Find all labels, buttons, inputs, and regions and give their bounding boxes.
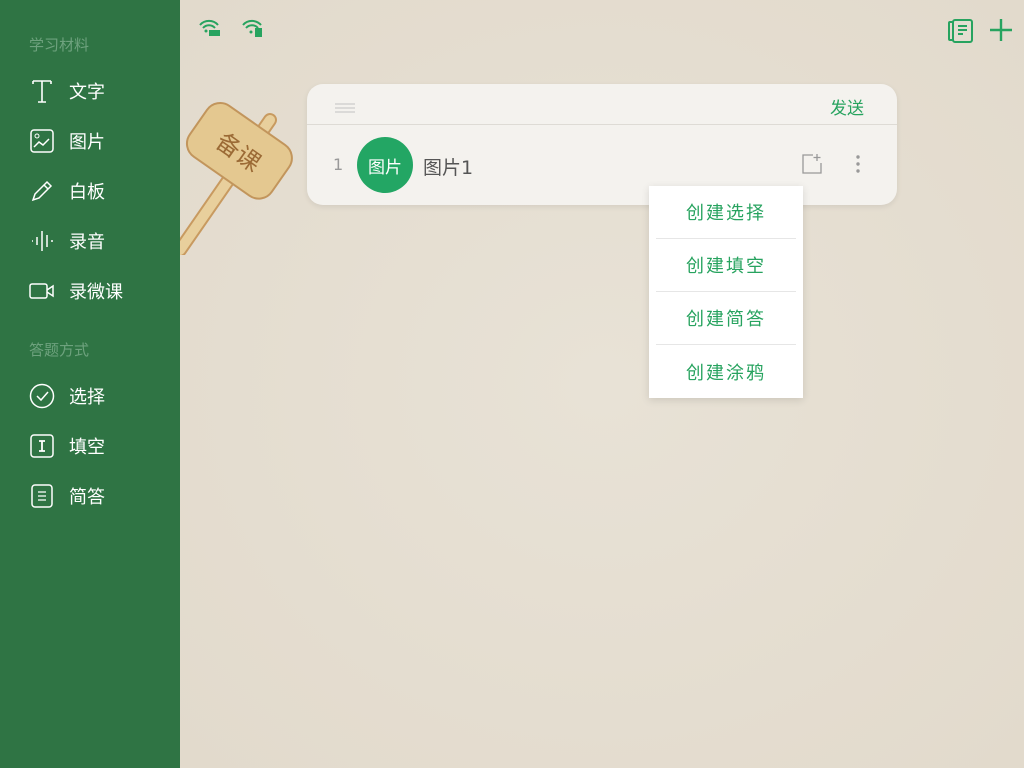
fill-blank-icon <box>29 433 55 459</box>
audio-wave-icon <box>29 228 55 254</box>
add-note-icon[interactable] <box>801 153 823 179</box>
label: 填空 <box>69 437 105 458</box>
label: 录音 <box>69 232 105 253</box>
add-icon[interactable] <box>989 18 1013 46</box>
sidebar-item-whiteboard[interactable]: 白板 <box>29 176 105 206</box>
label: 文字 <box>69 82 105 103</box>
image-icon <box>29 128 55 154</box>
label: 图片 <box>69 132 105 153</box>
label: 简答 <box>69 487 105 508</box>
material-row[interactable]: 1 图片 图片1 <box>307 137 897 193</box>
drag-handle-icon[interactable] <box>335 98 357 117</box>
wifi-computer-icon[interactable] <box>198 18 222 42</box>
row-index: 1 <box>333 155 344 174</box>
sidebar: 学习材料 文字 图片 白板 录音 录微课 答题方式 选择 填空 简答 <box>0 0 180 768</box>
sidebar-item-microlesson[interactable]: 录微课 <box>29 276 123 306</box>
sidebar-item-choice[interactable]: 选择 <box>29 381 105 411</box>
sidebar-item-short-answer[interactable]: 简答 <box>29 481 105 511</box>
pencil-icon <box>29 178 55 204</box>
create-menu: 创建选择 创建填空 创建简答 创建涂鸦 <box>649 186 803 398</box>
check-circle-icon <box>29 383 55 409</box>
label: 录微课 <box>69 282 123 303</box>
video-camera-icon <box>29 278 55 304</box>
wifi-device-icon[interactable] <box>241 18 265 42</box>
sidebar-item-image[interactable]: 图片 <box>29 126 105 156</box>
menu-create-fill[interactable]: 创建填空 <box>656 239 796 292</box>
sidebar-item-audio[interactable]: 录音 <box>29 226 105 256</box>
menu-create-doodle[interactable]: 创建涂鸦 <box>656 345 796 398</box>
material-title: 图片1 <box>423 157 474 179</box>
material-card: 发送 1 图片 图片1 <box>307 84 897 205</box>
sidebar-item-fill[interactable]: 填空 <box>29 431 105 461</box>
prepare-lesson-sign: 备课 <box>173 95 310 259</box>
type-badge: 图片 <box>357 137 413 193</box>
more-options-icon[interactable] <box>855 153 861 179</box>
section-answers: 答题方式 <box>29 341 90 359</box>
text-icon <box>29 78 55 104</box>
label: 选择 <box>69 387 105 408</box>
document-list-icon[interactable] <box>948 18 974 48</box>
main-area: 备课 发送 1 图片 图片1 创建选择 创建填空 创建简答 创建涂鸦 <box>173 0 1024 768</box>
menu-create-choice[interactable]: 创建选择 <box>656 186 796 239</box>
label: 白板 <box>69 182 105 203</box>
send-button[interactable]: 发送 <box>830 94 864 119</box>
sidebar-item-text[interactable]: 文字 <box>29 76 105 106</box>
section-materials: 学习材料 <box>29 36 90 54</box>
menu-create-short-answer[interactable]: 创建简答 <box>656 292 796 345</box>
list-icon <box>29 483 55 509</box>
